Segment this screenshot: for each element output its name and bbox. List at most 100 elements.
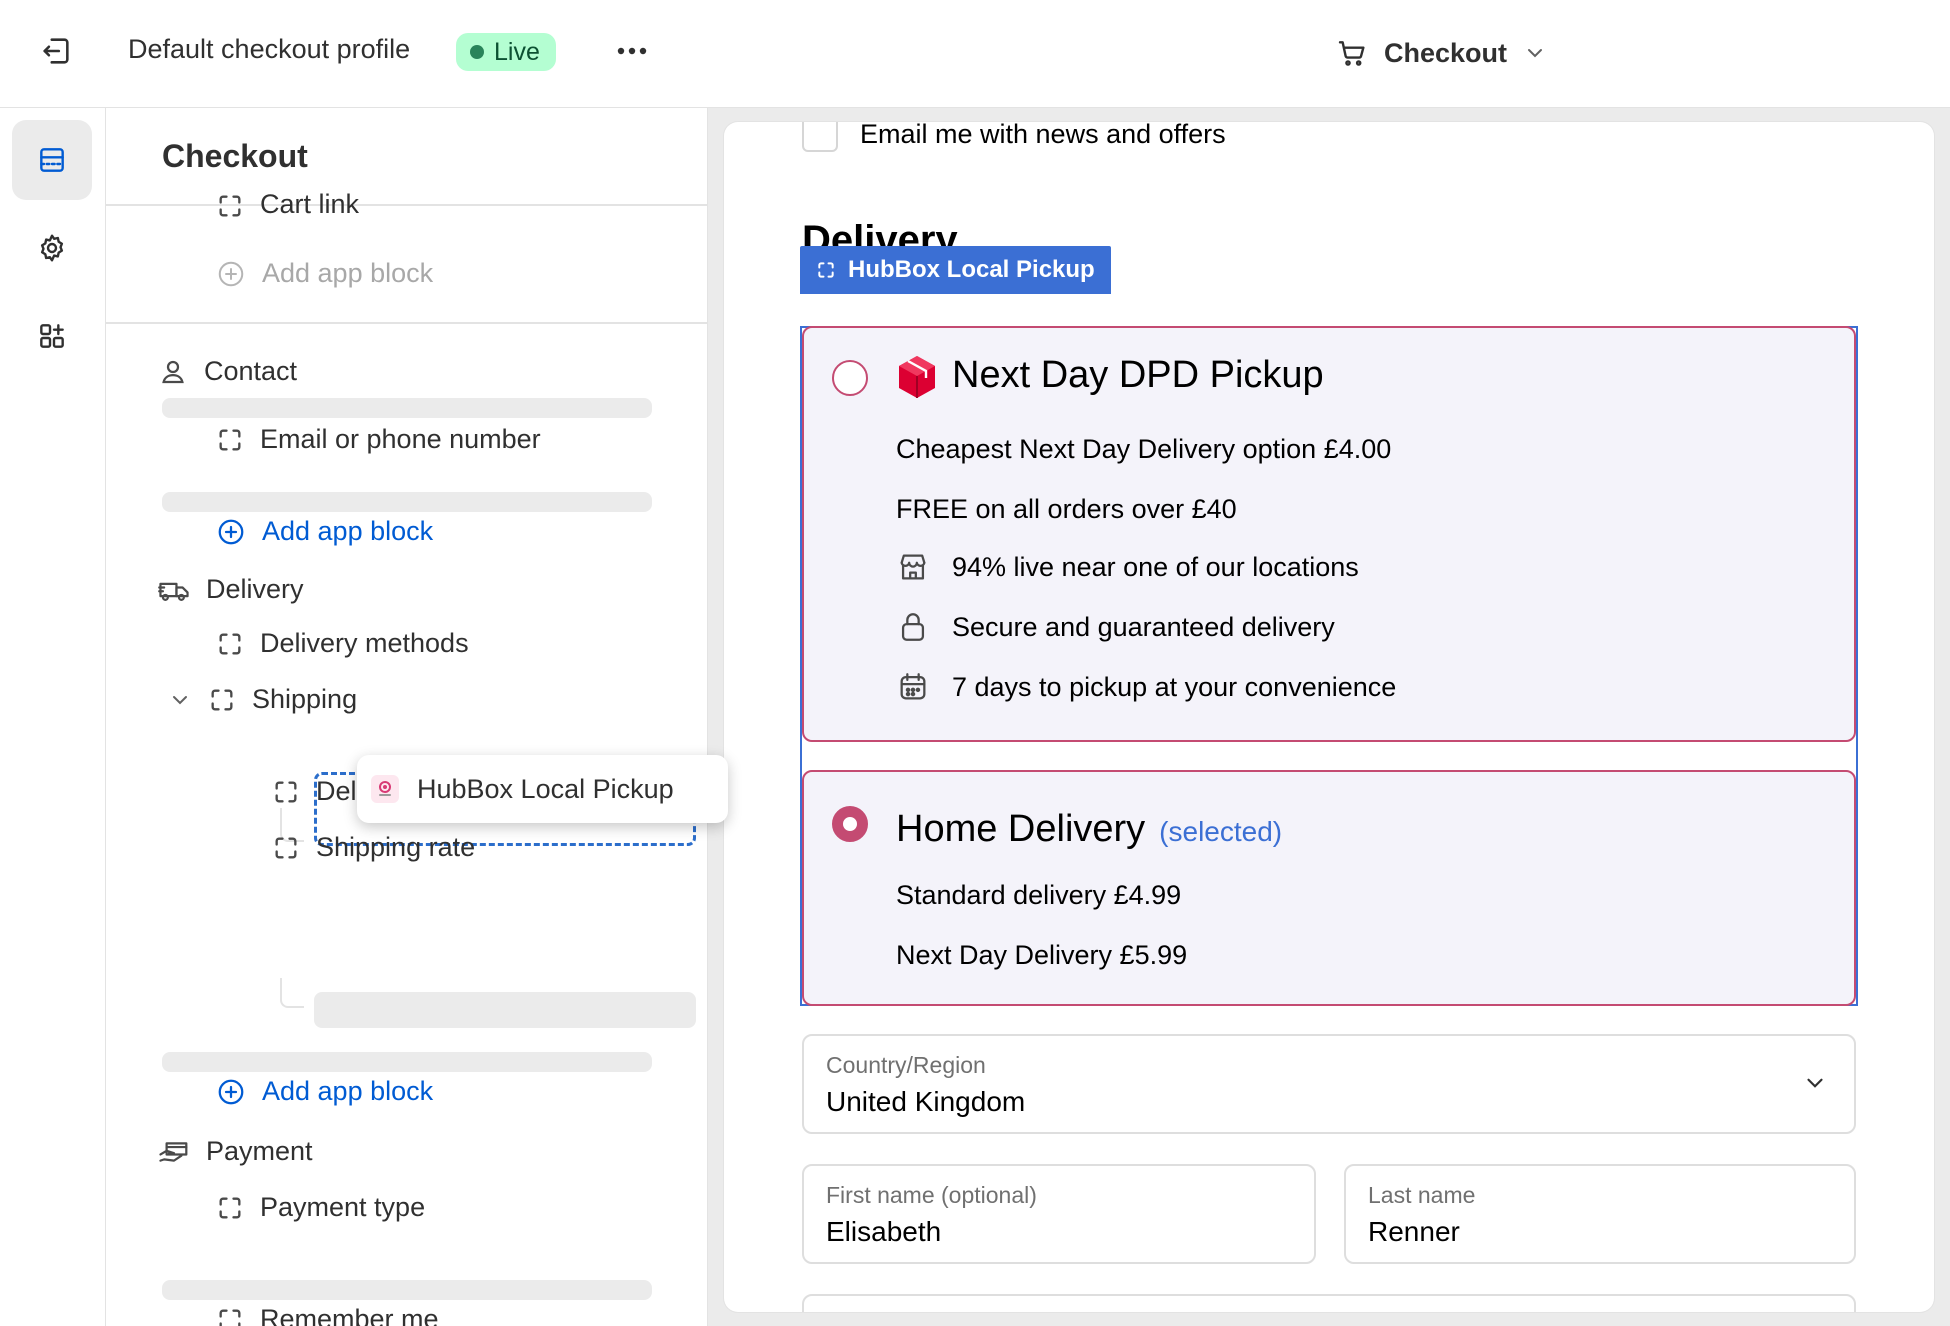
status-badge: Live [456,33,556,71]
plus-circle-icon [218,519,244,544]
email-opt-in-label: Email me with news and offers [860,122,1226,149]
drop-zone-placeholder [314,992,696,1028]
feature-text: Secure and guaranteed delivery [952,611,1335,642]
sections-panel: Checkout Cart link Add app block Contact… [106,108,708,1326]
section-label: Payment [206,1136,313,1166]
selected-block-name: HubBox Local Pickup [848,256,1095,283]
plus-circle-icon [218,261,244,286]
feature-row: 7 days to pickup at your convenience [896,670,1396,704]
field-value: United Kingdom [826,1086,1026,1117]
live-dot [470,45,484,59]
tree-item-label: Payment type [260,1192,426,1222]
more-horizontal-icon [617,47,647,55]
block-dashed-icon [818,262,834,278]
payment-hand-icon [159,1141,188,1162]
add-app-block-label: Add app block [262,516,434,546]
add-app-block-button[interactable]: Add app block [216,516,433,547]
rail-item-apps[interactable] [12,296,92,376]
tree-item-payment-type[interactable]: Payment type [216,1192,425,1223]
field-value: Elisabeth [826,1216,942,1247]
tree-item-email-or-phone[interactable]: Email or phone number [216,424,541,455]
option-detail: Standard delivery £4.99 [896,880,1182,910]
field-label: Last name [1368,1182,1476,1208]
section-delivery[interactable]: Delivery [158,574,304,605]
first-name-field[interactable]: First name (optional) Elisabeth [802,1164,1316,1264]
radio-button[interactable] [832,360,868,396]
option-title: Home Delivery (selected) [896,808,1282,851]
tree-item-label: Remember me [260,1304,439,1326]
feature-text: 94% live near one of our locations [952,551,1359,582]
exit-button[interactable] [30,30,82,72]
option-title-text: Next Day DPD Pickup [952,354,1324,396]
layout-sections-icon [40,148,64,172]
drop-zone-placeholder [162,492,652,512]
add-app-block-label: Add app block [262,1076,434,1106]
delivery-option-dpd-pickup[interactable]: Next Day DPD Pickup Cheapest Next Day De… [802,326,1856,742]
section-contact[interactable]: Contact [158,356,297,387]
address-field[interactable] [802,1294,1856,1312]
block-dashed-icon [219,1197,241,1218]
status-badge-label: Live [494,37,540,66]
country-region-select[interactable]: Country/Region United Kingdom [802,1034,1856,1134]
section-label: Contact [204,356,298,386]
feature-row: 94% live near one of our locations [896,550,1359,584]
divider [106,204,707,206]
delivery-option-home-delivery[interactable]: Home Delivery (selected) Standard delive… [802,770,1856,1006]
tree-item-label: Cart link [260,189,360,219]
calendar-icon [896,670,930,704]
page-selector[interactable]: Checkout [1336,28,1547,78]
option-detail: FREE on all orders over £40 [896,494,1237,524]
block-dashed-icon [275,837,297,858]
add-app-block-label: Add app block [262,258,434,288]
divider [106,322,707,324]
tree-item-remember-me[interactable]: Remember me [216,1304,439,1326]
checkout-preview: Email me with news and offers Delivery H… [724,122,1934,1312]
field-label: Country/Region [826,1052,986,1078]
more-actions-button[interactable] [606,26,658,76]
rail-item-sections[interactable] [12,120,92,200]
add-app-block-button[interactable]: Add app block [216,1076,433,1107]
add-app-block-disabled: Add app block [216,258,433,289]
tree-item-delivery-methods[interactable]: Delivery methods [216,628,469,659]
cart-icon [1338,41,1365,66]
section-payment[interactable]: Payment [158,1136,313,1167]
exit-icon [43,38,69,64]
option-detail: Cheapest Next Day Delivery option £4.00 [896,434,1392,464]
block-dashed-icon [219,633,241,654]
tree-item-label: Shipping [252,684,358,714]
option-title: Next Day DPD Pickup [896,354,1324,400]
option-subtitle: (selected) [1159,816,1283,847]
selected-block-label[interactable]: HubBox Local Pickup [800,246,1111,294]
tree-item-shipping-rate[interactable]: Shipping rate [272,832,475,863]
section-label: Delivery [206,574,304,604]
hubbox-logo [371,775,399,803]
radio-button-selected[interactable] [832,806,868,842]
chevron-down-icon [1807,1078,1823,1088]
feature-text: 7 days to pickup at your convenience [952,671,1397,702]
drop-zone-placeholder [162,398,652,418]
feature-row: Secure and guaranteed delivery [896,610,1335,644]
gear-icon [40,234,64,262]
page-selector-label: Checkout [1384,37,1508,68]
field-value: Renner [1368,1216,1460,1247]
drop-zone-placeholder [162,1052,652,1072]
block-dashed-icon [275,781,297,802]
email-opt-in-checkbox[interactable] [802,122,838,152]
last-name-field[interactable]: Last name Renner [1344,1164,1856,1264]
field-label: First name (optional) [826,1182,1037,1208]
block-dashed-icon [219,195,241,217]
tree-connector [280,978,304,1008]
tree-item-cart-link[interactable]: Cart link [216,188,359,220]
sidebar-rail [0,108,106,1326]
tree-item-shipping[interactable]: Shipping [168,684,357,715]
option-title-text: Home Delivery [896,808,1146,850]
email-opt-in[interactable]: Email me with news and offers [802,122,1226,152]
rail-item-settings[interactable] [12,208,92,288]
lock-icon [896,610,930,644]
tree-item-label: Delivery methods [260,628,469,658]
plus-circle-icon [218,1079,244,1104]
drop-zone-placeholder [162,1280,652,1300]
dragging-block[interactable]: HubBox Local Pickup [357,755,728,823]
profile-title: Default checkout profile [128,34,411,64]
truck-icon [158,582,189,601]
